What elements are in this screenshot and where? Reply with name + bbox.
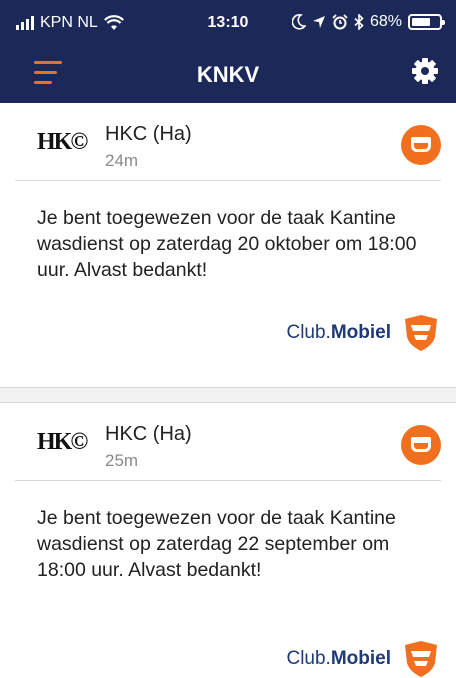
sender-name: HKC (Ha) <box>105 123 192 145</box>
location-icon <box>312 16 325 28</box>
notification-card[interactable]: HK© HKC (Ha) 24m Je bent toegewezen voor… <box>15 103 441 387</box>
clubmobiel-shield-icon <box>405 315 437 351</box>
clubmobiel-brand: Club.Mobiel <box>286 313 441 353</box>
battery-level <box>412 18 430 26</box>
club-logo: HK© <box>37 129 88 155</box>
app-header: KPN NL 13:10 68% KNKV <box>0 0 456 103</box>
clubmobiel-shield-icon <box>405 641 437 677</box>
sender-name: HKC (Ha) <box>105 423 192 445</box>
navigation-bar: KNKV <box>0 44 456 103</box>
notification-card[interactable]: HK© HKC (Ha) 25m Je bent toegewezen voor… <box>15 403 441 678</box>
club-logo: HK© <box>37 429 88 455</box>
notification-message: Je bent toegewezen voor de taak Kantine … <box>37 507 396 581</box>
battery-percentage: 68% <box>369 13 402 30</box>
timestamp: 25m <box>105 451 139 470</box>
page-title: KNKV <box>196 62 260 87</box>
brand-label: Club.Mobiel <box>286 648 391 669</box>
status-bar: KPN NL 13:10 68% <box>0 0 456 44</box>
coffee-mug-icon[interactable] <box>401 125 441 165</box>
bluetooth-icon <box>354 14 364 30</box>
alarm-icon <box>332 14 348 30</box>
coffee-mug-icon[interactable] <box>401 425 441 465</box>
moon-icon <box>291 14 306 30</box>
status-right: 68% <box>291 13 445 31</box>
clubmobiel-brand: Club.Mobiel <box>286 639 441 678</box>
card-header: HK© HKC (Ha) 25m <box>15 403 441 481</box>
battery-icon <box>408 14 445 30</box>
gear-icon[interactable] <box>410 56 440 86</box>
card-separator <box>0 387 456 403</box>
brand-label: Club.Mobiel <box>286 322 391 343</box>
timestamp: 24m <box>105 151 139 170</box>
notification-feed[interactable]: HK© HKC (Ha) 24m Je bent toegewezen voor… <box>0 103 456 678</box>
card-header: HK© HKC (Ha) 24m <box>15 103 441 181</box>
notification-message: Je bent toegewezen voor de taak Kantine … <box>37 207 417 281</box>
